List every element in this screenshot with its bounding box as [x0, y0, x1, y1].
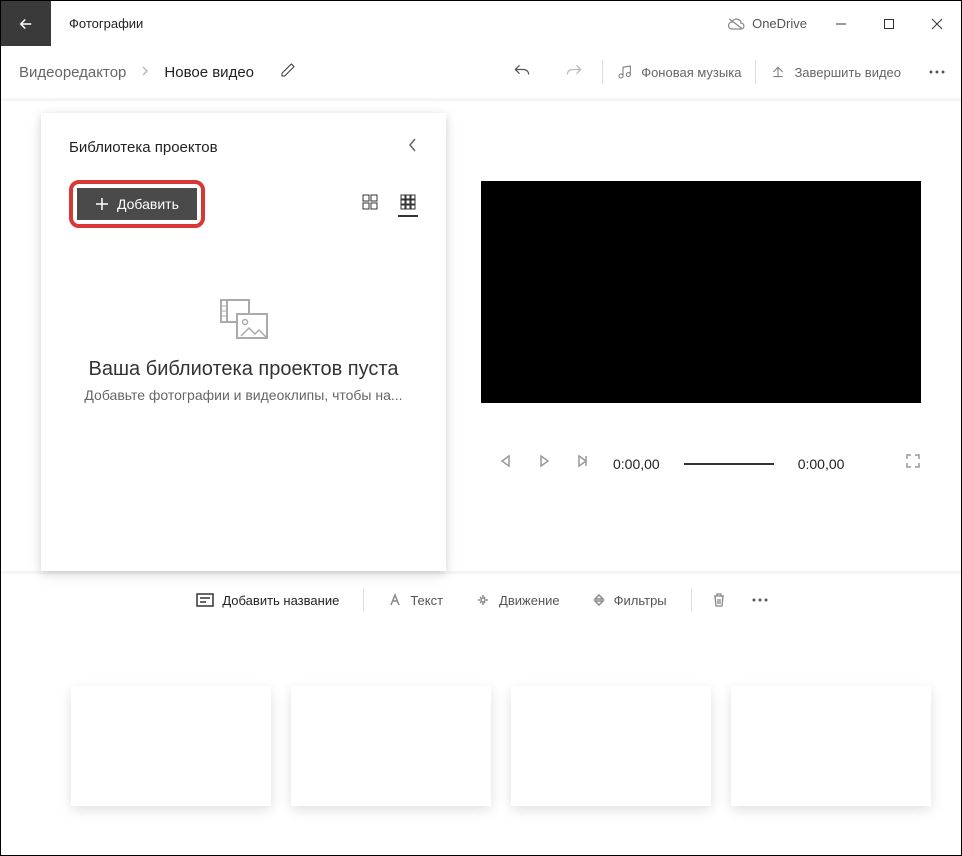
grid-large-view-button[interactable]: [360, 192, 380, 217]
motion-icon: [475, 593, 491, 607]
minimize-button[interactable]: [817, 1, 865, 46]
delete-button[interactable]: [702, 586, 736, 614]
finish-video-button[interactable]: Завершить видео: [758, 64, 913, 80]
timeline-toolbar: Добавить название Текст Движение Фильтры: [1, 571, 961, 626]
filters-button[interactable]: Фильтры: [578, 587, 681, 614]
main: Библиотека проектов Добавить: [1, 101, 961, 571]
toolbar-more-button[interactable]: [913, 70, 961, 74]
empty-title: Ваша библиотека проектов пуста: [69, 358, 418, 381]
text-icon: [388, 593, 402, 607]
timeline-clip-placeholder[interactable]: [71, 686, 271, 806]
rename-button[interactable]: [280, 62, 296, 83]
trash-icon: [712, 592, 726, 608]
library-title: Библиотека проектов: [69, 139, 218, 156]
cloud-off-icon: [726, 17, 746, 31]
chevron-right-icon: [140, 63, 150, 81]
music-icon: [617, 64, 633, 80]
timeline-more-button[interactable]: [740, 598, 780, 602]
timeline-clip-placeholder[interactable]: [511, 686, 711, 806]
prev-frame-button[interactable]: [499, 454, 513, 473]
redo-button[interactable]: [548, 52, 600, 92]
onedrive-button[interactable]: OneDrive: [726, 16, 817, 31]
empty-state: Ваша библиотека проектов пуста Добавьте …: [69, 298, 418, 403]
player-controls: 0:00,00 0:00,00: [481, 453, 921, 474]
titlebar: Фотографии OneDrive: [1, 1, 961, 46]
empty-library-icon: [69, 298, 418, 340]
add-title-button[interactable]: Добавить название: [182, 587, 353, 614]
grid-small-view-button[interactable]: [398, 192, 418, 217]
undo-button[interactable]: [496, 52, 548, 92]
fullscreen-button[interactable]: [905, 453, 921, 474]
text-button[interactable]: Текст: [374, 587, 457, 614]
breadcrumb-root[interactable]: Видеоредактор: [15, 60, 130, 85]
maximize-button[interactable]: [865, 1, 913, 46]
library-panel: Библиотека проектов Добавить: [41, 113, 446, 571]
motion-button[interactable]: Движение: [461, 587, 574, 614]
total-time: 0:00,00: [798, 456, 845, 472]
title-card-icon: [196, 593, 214, 607]
window-controls: [817, 1, 961, 46]
add-button[interactable]: Добавить: [77, 188, 197, 220]
empty-subtitle: Добавьте фотографии и видеоклипы, чтобы …: [69, 387, 418, 403]
timeline-track[interactable]: [1, 626, 961, 806]
progress-bar[interactable]: [684, 463, 774, 465]
video-preview[interactable]: [481, 181, 921, 403]
filters-icon: [592, 593, 606, 607]
app-title: Фотографии: [51, 16, 726, 31]
add-button-highlight: Добавить: [69, 180, 205, 228]
breadcrumb-current[interactable]: Новое видео: [160, 60, 258, 85]
background-music-button[interactable]: Фоновая музыка: [605, 64, 753, 80]
preview-panel: 0:00,00 0:00,00: [446, 101, 961, 571]
plus-icon: [95, 197, 109, 211]
collapse-library-button[interactable]: [408, 137, 418, 158]
close-button[interactable]: [913, 1, 961, 46]
export-icon: [770, 64, 786, 80]
timeline-clip-placeholder[interactable]: [291, 686, 491, 806]
toolbar: Видеоредактор Новое видео Фоновая музыка…: [1, 46, 961, 101]
current-time: 0:00,00: [613, 456, 660, 472]
next-frame-button[interactable]: [575, 454, 589, 473]
back-button[interactable]: [1, 1, 51, 46]
timeline-clip-placeholder[interactable]: [731, 686, 931, 806]
play-button[interactable]: [537, 454, 551, 473]
